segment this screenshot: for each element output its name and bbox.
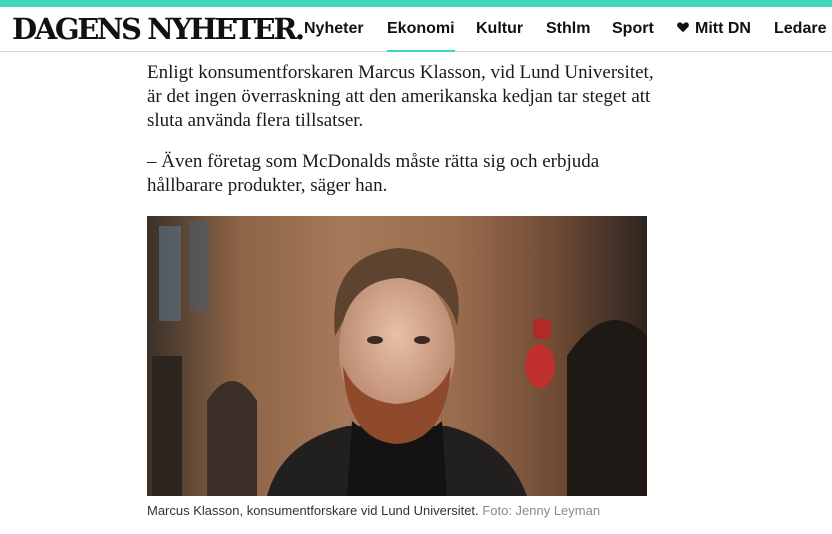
photo-caption: Marcus Klasson, konsumentforskare vid Lu…	[147, 503, 600, 518]
top-accent-stripe	[0, 0, 832, 7]
nav-item-nyheter[interactable]: Nyheter	[304, 19, 364, 39]
caption-text: Marcus Klasson, konsumentforskare vid Lu…	[147, 503, 479, 518]
nav-item-sport[interactable]: Sport	[612, 19, 654, 39]
nav-item-mitt-dn[interactable]: Mitt DN	[676, 19, 751, 39]
portrait-illustration	[152, 221, 647, 496]
nav-item-mitt-dn-label: Mitt DN	[695, 20, 751, 37]
article-photo	[147, 216, 647, 496]
nav-item-ekonomi[interactable]: Ekonomi	[387, 19, 455, 52]
nav-item-sthlm[interactable]: Sthlm	[546, 19, 590, 39]
site-logo[interactable]: DAGENS NYHETER.	[12, 13, 305, 45]
article-paragraph: Enligt konsumentforskaren Marcus Klasson…	[147, 62, 654, 131]
photo-credit: Foto: Jenny Leyman	[482, 503, 601, 518]
nav-item-ledare[interactable]: Ledare	[774, 19, 826, 39]
article-paragraph: – Även företag som McDonalds måste rätta…	[147, 151, 600, 196]
nav-item-kultur[interactable]: Kultur	[476, 19, 523, 39]
heart-icon	[677, 22, 689, 33]
site-header: DAGENS NYHETER. Nyheter Ekonomi Kultur S…	[0, 7, 832, 52]
